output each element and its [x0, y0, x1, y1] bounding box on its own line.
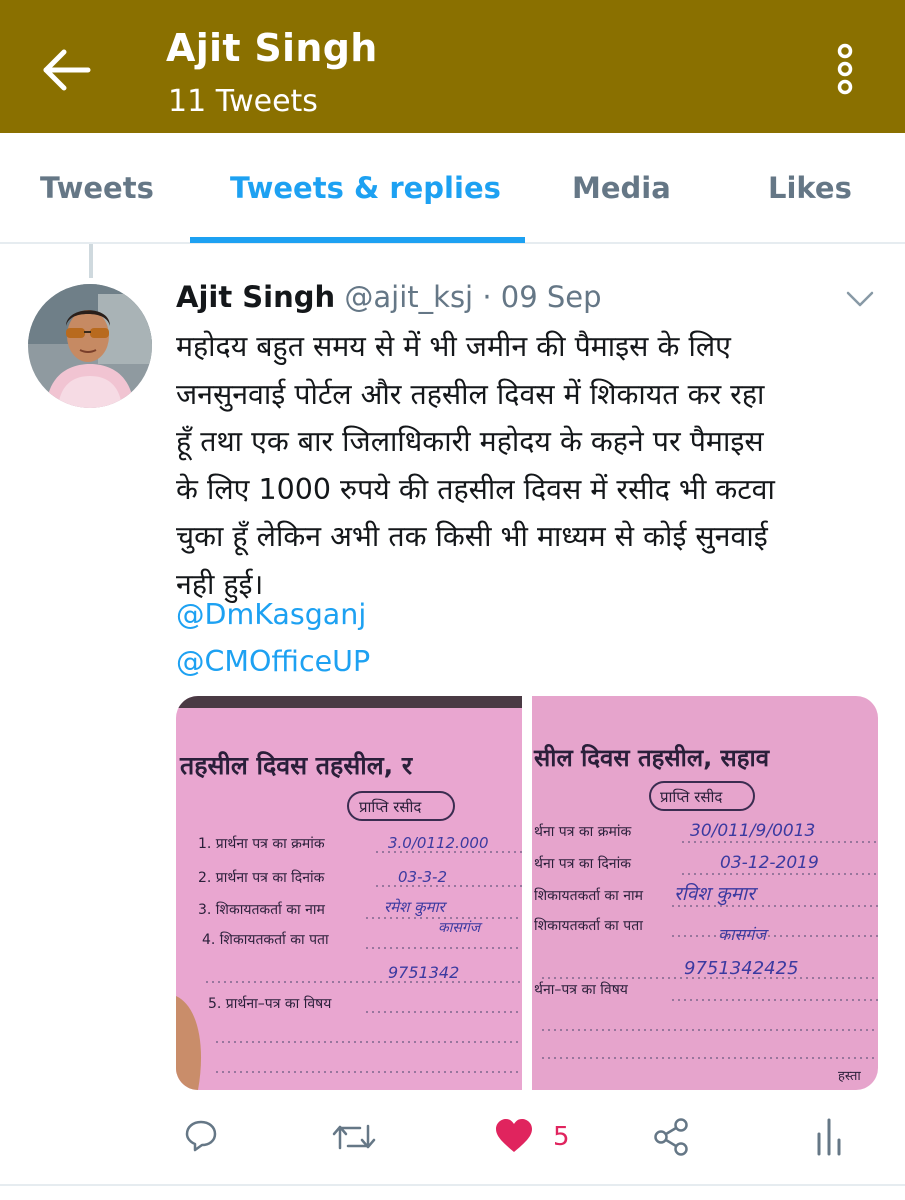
receipt-stamp: प्राप्ति रसीद — [359, 798, 422, 816]
active-tab-indicator — [190, 237, 525, 243]
receipt-row-label: र्थना पत्र का दिनांक — [534, 855, 631, 872]
tweet-text-line: के लिए 1000 रुपये की तहसील दिवस में रसीद… — [176, 472, 775, 506]
profile-tabs: Tweets Tweets & replies Media Likes — [0, 133, 905, 244]
tweet-count: 11 Tweets — [168, 84, 318, 119]
tweet-author-handle[interactable]: @ajit_ksj — [344, 280, 473, 314]
receipt-handwriting: रविश कुमार — [674, 882, 759, 906]
receipt-handwriting: कासगंज — [438, 920, 483, 936]
mention-link[interactable]: @CMOfficeUP — [176, 645, 370, 678]
receipt-stamp: प्राप्ति रसीद — [660, 788, 723, 806]
receipt-row-label: र्थना–पत्र का विषय — [534, 981, 629, 998]
receipt-heading: तहसील दिवस तहसील, र — [179, 751, 414, 780]
receipt-row-label: 5. प्रार्थना–पत्र का विषय — [208, 995, 332, 1012]
receipt-handwriting: 03-3-2 — [398, 868, 447, 886]
tweet-text-line: महोदय बहुत समय से में भी जमीन की पैमाइस … — [176, 330, 731, 363]
share-icon[interactable] — [652, 1118, 690, 1156]
receipt-handwriting: 9751342425 — [684, 958, 799, 979]
back-arrow-icon[interactable] — [38, 44, 94, 96]
profile-header: Ajit Singh 11 Tweets — [0, 0, 905, 133]
avatar[interactable] — [28, 284, 152, 408]
divider — [0, 1184, 905, 1186]
receipt-heading: सील दिवस तहसील, सहाव — [533, 744, 771, 772]
tweet-text-line: चुका हूँ लेकिन अभी तक किसी भी माध्यम से … — [176, 520, 768, 553]
heart-icon[interactable] — [494, 1118, 534, 1154]
profile-name: Ajit Singh — [166, 26, 378, 70]
reply-icon[interactable] — [183, 1118, 219, 1154]
tweet-author-name[interactable]: Ajit Singh — [176, 280, 335, 314]
receipt-row-label: 3. शिकायतकर्ता का नाम — [198, 901, 325, 918]
receipt-handwriting: 30/011/9/0013 — [690, 821, 815, 841]
tab-likes[interactable]: Likes — [768, 171, 852, 205]
tweet-header: Ajit Singh @ajit_ksj · 09 Sep — [176, 280, 602, 314]
analytics-icon[interactable] — [814, 1116, 844, 1156]
more-options-icon[interactable] — [830, 42, 860, 96]
separator-dot: · — [482, 280, 492, 314]
receipt-row-label: 1. प्रार्थना पत्र का क्रमांक — [198, 835, 325, 852]
receipt-row-label: 2. प्रार्थना पत्र का दिनांक — [198, 869, 325, 886]
mention-link[interactable]: @DmKasganj — [176, 598, 366, 631]
tweet-text: महोदय बहुत समय से में भी जमीन की पैमाइस … — [176, 323, 888, 608]
chevron-down-icon[interactable] — [846, 290, 874, 308]
receipt-row-label: शिकायतकर्ता का नाम — [534, 887, 644, 904]
tweet-text-line: जनसुनवाई पोर्टल और तहसील दिवस में शिकायत… — [176, 377, 765, 411]
tweet-media-grid: तहसील दिवस तहसील, र प्राप्ति रसीद 1. प्र… — [176, 696, 878, 1090]
tweet-actions — [0, 1110, 905, 1170]
receipt-handwriting: रमेश कुमार — [384, 898, 447, 917]
receipt-handwriting: 3.0/0112.000 — [388, 834, 488, 852]
receipt-row-label: शिकायतकर्ता का पता — [534, 917, 643, 934]
tweet-text-line: हूँ तथा एक बार जिलाधिकारी महोदय के कहने … — [176, 425, 764, 458]
tweet-date[interactable]: 09 Sep — [501, 280, 602, 314]
receipt-handwriting: 03-12-2019 — [720, 853, 819, 873]
retweet-icon[interactable] — [332, 1120, 376, 1154]
receipt-photo-2[interactable]: सील दिवस तहसील, सहाव प्राप्ति रसीद र्थना… — [532, 696, 878, 1090]
tab-tweets-and-replies[interactable]: Tweets & replies — [230, 171, 501, 205]
like-count: 5 — [553, 1122, 570, 1152]
receipt-row-label: र्थना पत्र का क्रमांक — [534, 823, 632, 840]
tab-tweets[interactable]: Tweets — [40, 171, 154, 205]
receipt-row-label: 4. शिकायतकर्ता का पता — [202, 931, 329, 948]
thread-line — [89, 244, 93, 278]
receipt-handwriting: 9751342 — [388, 963, 459, 982]
receipt-handwriting: कासगंज — [718, 925, 769, 944]
receipt-photo-1[interactable]: तहसील दिवस तहसील, र प्राप्ति रसीद 1. प्र… — [176, 696, 522, 1090]
tab-media[interactable]: Media — [572, 171, 671, 205]
receipt-signature-label: हस्ता — [838, 1069, 861, 1084]
